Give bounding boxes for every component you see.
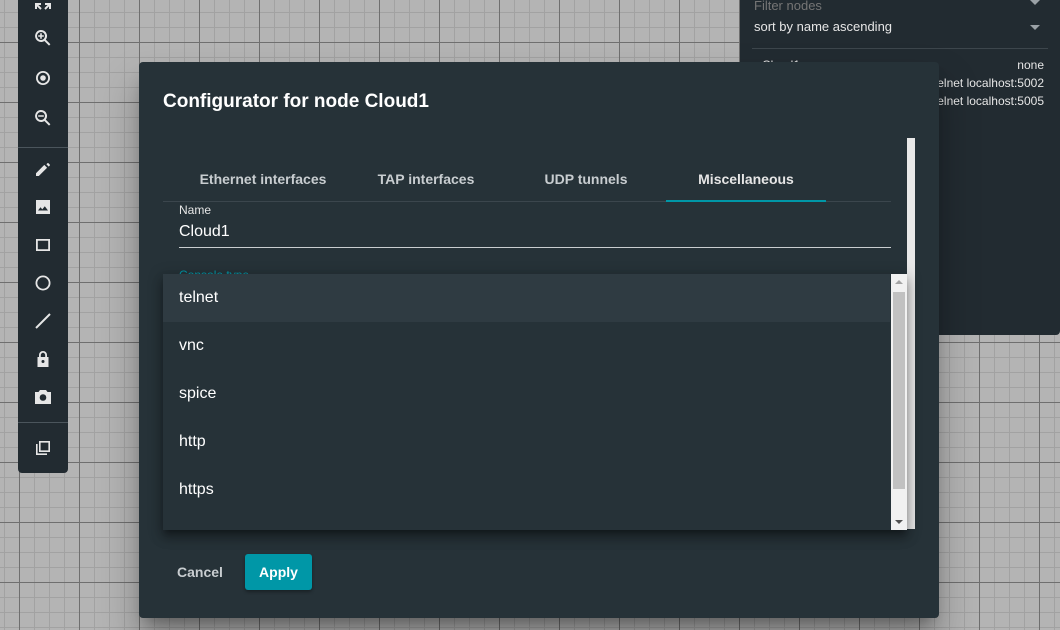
option-spice[interactable]: spice	[163, 370, 890, 418]
scroll-down-icon[interactable]	[895, 520, 903, 524]
tab-ethernet-interfaces[interactable]: Ethernet interfaces	[163, 156, 363, 202]
filter-nodes-input[interactable]	[754, 0, 1046, 14]
dropdown-scrollbar[interactable]	[891, 274, 907, 530]
node-console: telnet localhost:5002	[933, 76, 1044, 90]
toolbar-divider	[18, 147, 68, 148]
apply-button[interactable]: Apply	[245, 554, 312, 590]
insert-image-icon[interactable]	[18, 190, 68, 224]
sort-select[interactable]: sort by name ascending	[754, 19, 892, 34]
node-console: telnet localhost:5005	[933, 94, 1044, 108]
screenshot-icon[interactable]	[18, 380, 68, 414]
draw-rectangle-icon[interactable]	[18, 228, 68, 262]
tab-tap-interfaces[interactable]: TAP interfaces	[346, 156, 506, 202]
tab-bar: Ethernet interfaces TAP interfaces UDP t…	[163, 156, 891, 202]
zoom-in-icon[interactable]	[18, 21, 68, 55]
tab-miscellaneous[interactable]: Miscellaneous	[666, 156, 826, 202]
reset-zoom-icon[interactable]	[18, 61, 68, 95]
option-telnet[interactable]: telnet	[163, 274, 890, 322]
name-label: Name	[179, 203, 212, 217]
scroll-up-icon[interactable]	[895, 280, 903, 284]
draw-pencil-icon[interactable]	[18, 152, 68, 186]
panel-divider	[752, 48, 1048, 49]
canvas-toolbar	[18, 0, 68, 473]
cancel-button[interactable]: Cancel	[163, 554, 237, 590]
active-tab-indicator	[666, 200, 826, 202]
dialog-scrollbar[interactable]	[907, 138, 915, 529]
option-http[interactable]: http	[163, 418, 890, 466]
tab-udp-tunnels[interactable]: UDP tunnels	[506, 156, 666, 202]
node-console: none	[1017, 58, 1044, 72]
lock-icon[interactable]	[18, 342, 68, 376]
draw-line-icon[interactable]	[18, 304, 68, 338]
dialog-title: Configurator for node Cloud1	[163, 91, 429, 112]
option-vnc[interactable]: vnc	[163, 322, 890, 370]
console-type-dropdown: telnet vnc spice http https	[163, 274, 907, 530]
name-input[interactable]: Cloud1	[179, 223, 891, 248]
chevron-down-icon	[1030, 0, 1040, 5]
toolbar-divider	[18, 422, 68, 423]
layers-icon[interactable]	[18, 431, 68, 465]
option-https[interactable]: https	[163, 466, 890, 514]
chevron-down-icon[interactable]	[1030, 25, 1040, 30]
zoom-out-icon[interactable]	[18, 101, 68, 135]
draw-ellipse-icon[interactable]	[18, 266, 68, 300]
scrollbar-thumb[interactable]	[893, 292, 905, 489]
